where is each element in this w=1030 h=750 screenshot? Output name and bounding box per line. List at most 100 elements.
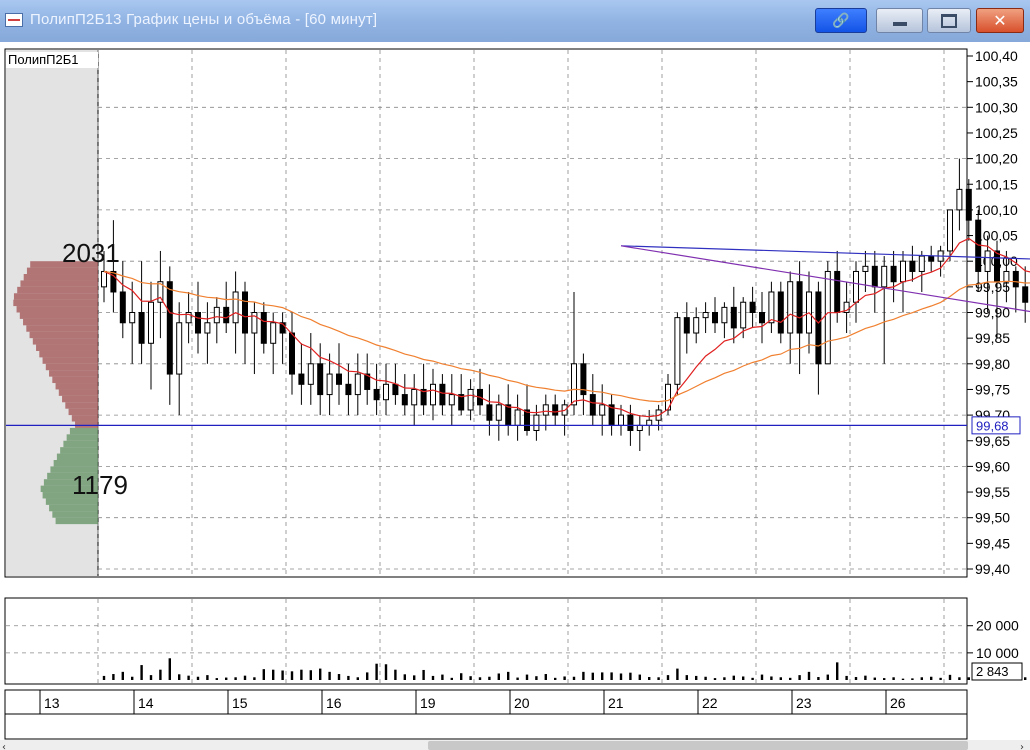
candle-down bbox=[242, 291, 248, 334]
volume-axis: 20 000 10 000 bbox=[967, 618, 1019, 661]
candle-up bbox=[918, 255, 925, 272]
profile-bar-up bbox=[29, 331, 98, 339]
volume-bar bbox=[469, 676, 472, 680]
volume-bar bbox=[196, 676, 200, 680]
volume-bar bbox=[290, 671, 294, 680]
volume-bar bbox=[225, 677, 228, 680]
profile-bar-up bbox=[42, 357, 98, 364]
chart-area[interactable]: 100,40 100,35 100,30 100,25 100,20 100,15 100,… bbox=[0, 42, 1030, 750]
candle-up bbox=[383, 383, 389, 401]
profile-bar-up bbox=[13, 293, 99, 300]
candle-up bbox=[599, 404, 606, 416]
date-label: 21 bbox=[608, 695, 624, 711]
maximize-button[interactable] bbox=[927, 8, 971, 33]
volume-bar bbox=[187, 675, 190, 680]
profile-bar-up bbox=[39, 350, 98, 358]
candle-down bbox=[298, 373, 305, 385]
volume-bar bbox=[366, 672, 369, 680]
volume-bar bbox=[732, 675, 735, 680]
volume-bar bbox=[591, 672, 594, 680]
volume-bar bbox=[770, 676, 773, 680]
volume-bar bbox=[140, 665, 143, 680]
profile-bar-down bbox=[63, 440, 98, 448]
volume-bar bbox=[262, 669, 265, 680]
profile-bar-up bbox=[17, 286, 99, 294]
candle-up bbox=[176, 322, 183, 375]
volume-bar bbox=[497, 673, 500, 680]
instrument-label: ПолипП2Б1 bbox=[8, 52, 79, 67]
volume-bar bbox=[892, 677, 895, 680]
candle-up bbox=[702, 312, 709, 319]
volume-bar bbox=[112, 674, 115, 680]
date-label: 13 bbox=[44, 695, 60, 711]
volume-bar bbox=[525, 674, 529, 680]
profile-bar-up bbox=[45, 363, 98, 371]
candle-up bbox=[354, 373, 361, 396]
candle-up bbox=[787, 281, 794, 334]
volume-bar bbox=[243, 675, 247, 680]
volume-bar bbox=[760, 674, 764, 680]
volume-bar bbox=[610, 672, 613, 680]
profile-lower-label: 1179 bbox=[72, 470, 128, 500]
candle-up bbox=[533, 414, 540, 431]
volume-bar bbox=[601, 672, 604, 680]
volume-bar bbox=[704, 676, 707, 680]
volume-bar bbox=[544, 674, 547, 680]
candle-up bbox=[148, 301, 154, 344]
volume-panel[interactable] bbox=[4, 597, 968, 685]
volume-bar bbox=[958, 677, 961, 680]
close-button[interactable]: ✕ bbox=[976, 8, 1024, 33]
volume-bar bbox=[751, 677, 754, 680]
volume-bar bbox=[384, 664, 388, 680]
link-button[interactable]: 🔗 bbox=[815, 8, 867, 33]
candle-down bbox=[260, 312, 267, 344]
candle-up bbox=[881, 265, 888, 288]
date-label: 16 bbox=[326, 695, 342, 711]
chart-window-icon bbox=[5, 13, 23, 27]
volume-bar bbox=[413, 675, 416, 680]
volume-bar bbox=[920, 677, 923, 680]
minimize-button[interactable] bbox=[876, 8, 923, 33]
profile-bar-down bbox=[55, 517, 98, 525]
candle-down bbox=[345, 383, 352, 396]
volume-bar bbox=[713, 678, 717, 680]
candle-down bbox=[909, 260, 916, 272]
date-axis-lower-row bbox=[4, 713, 968, 740]
candle-down bbox=[1022, 286, 1029, 303]
volume-bar bbox=[826, 674, 829, 680]
profile-bar-down bbox=[49, 504, 98, 512]
volume-bar bbox=[779, 677, 782, 680]
candle-down bbox=[439, 383, 446, 406]
volume-bar bbox=[930, 676, 933, 680]
price-tick-label: 99,75 bbox=[975, 381, 1010, 397]
candle-up bbox=[618, 414, 624, 426]
profile-bar-down bbox=[69, 427, 98, 435]
candle-up bbox=[636, 424, 643, 431]
profile-upper-label: 2031 bbox=[62, 238, 120, 268]
volume-bar bbox=[253, 677, 256, 680]
scroll-right-icon[interactable]: › bbox=[1020, 742, 1024, 750]
date-label: 19 bbox=[420, 695, 436, 711]
volume-bar bbox=[638, 674, 641, 680]
candle-down bbox=[749, 301, 756, 313]
price-tick-label: 99,40 bbox=[975, 561, 1010, 577]
candle-up bbox=[646, 419, 653, 426]
close-icon: ✕ bbox=[993, 11, 1007, 30]
candle-down bbox=[683, 317, 690, 334]
title-bar[interactable]: ПолипП2Б13 График цены и объёма - [60 ми… bbox=[0, 0, 1030, 42]
scroll-left-icon[interactable]: ‹ bbox=[2, 742, 6, 750]
volume-bar bbox=[657, 677, 660, 680]
price-tick-label: 100,25 bbox=[975, 125, 1018, 141]
candle-down bbox=[759, 312, 765, 324]
volume-bar bbox=[911, 678, 914, 680]
candle-down bbox=[965, 188, 972, 221]
volume-bar bbox=[817, 677, 820, 680]
volume-bar bbox=[629, 672, 632, 680]
candle-down bbox=[730, 306, 737, 329]
scrollbar-thumb[interactable] bbox=[428, 741, 968, 750]
price-tick-label: 99,50 bbox=[975, 510, 1010, 526]
date-label: 22 bbox=[702, 695, 718, 711]
volume-tick-label: 20 000 bbox=[976, 618, 1019, 634]
candle-up bbox=[824, 270, 831, 365]
price-axis: 100,40 100,35 100,30 100,25 100,20 100,15 100,… bbox=[967, 48, 1018, 577]
